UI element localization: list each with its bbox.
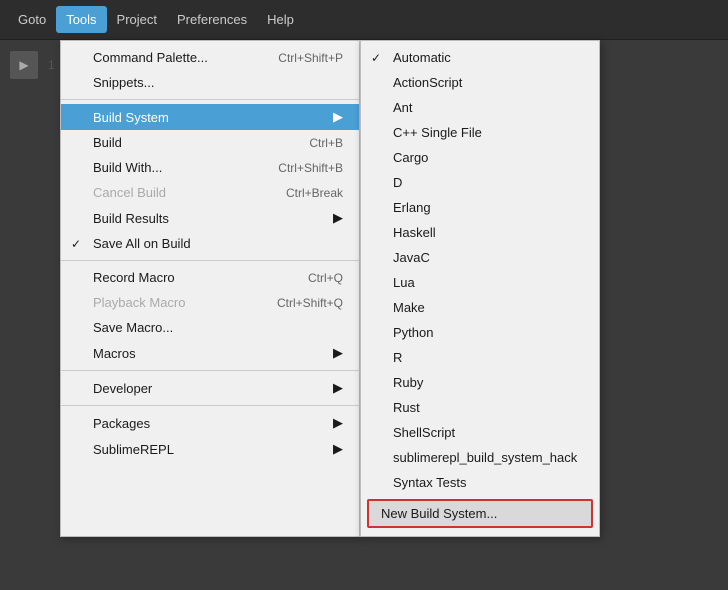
submenu-arrow-icon: ▶ bbox=[323, 380, 343, 396]
item-label: Developer bbox=[93, 381, 152, 396]
menu-tools[interactable]: Tools bbox=[56, 6, 106, 33]
build-system-menu: ✓ Automatic ActionScript Ant C++ Single … bbox=[360, 40, 600, 537]
item-label: Snippets... bbox=[93, 75, 154, 90]
item-label: Build bbox=[93, 135, 122, 150]
item-label: Packages bbox=[93, 416, 150, 431]
menu-item-sublimerepl[interactable]: SublimeREPL ▶ bbox=[61, 436, 359, 462]
menu-item-save-all-on-build[interactable]: ✓ Save All on Build bbox=[61, 231, 359, 256]
build-item-syntax-tests[interactable]: Syntax Tests bbox=[361, 470, 599, 495]
menu-item-command-palette[interactable]: Command Palette... Ctrl+Shift+P bbox=[61, 45, 359, 70]
build-item-sublimerepl-hack[interactable]: sublimerepl_build_system_hack bbox=[361, 445, 599, 470]
item-label: JavaC bbox=[393, 250, 430, 265]
build-item-cpp-single-file[interactable]: C++ Single File bbox=[361, 120, 599, 145]
build-item-lua[interactable]: Lua bbox=[361, 270, 599, 295]
item-label: New Build System... bbox=[381, 506, 497, 521]
menubar: Goto Tools Project Preferences Help bbox=[0, 0, 728, 40]
item-label: Command Palette... bbox=[93, 50, 208, 65]
item-label: Cancel Build bbox=[93, 185, 166, 200]
item-label: D bbox=[393, 175, 402, 190]
build-item-actionscript[interactable]: ActionScript bbox=[361, 70, 599, 95]
build-item-shellscript[interactable]: ShellScript bbox=[361, 420, 599, 445]
item-label: Erlang bbox=[393, 200, 431, 215]
tools-menu: Command Palette... Ctrl+Shift+P Snippets… bbox=[60, 40, 360, 537]
menu-goto[interactable]: Goto bbox=[8, 6, 56, 33]
item-label: Ant bbox=[393, 100, 413, 115]
item-label: sublimerepl_build_system_hack bbox=[393, 450, 577, 465]
build-item-erlang[interactable]: Erlang bbox=[361, 195, 599, 220]
item-label: R bbox=[393, 350, 402, 365]
item-shortcut: Ctrl+B bbox=[279, 136, 343, 150]
menu-item-packages[interactable]: Packages ▶ bbox=[61, 410, 359, 436]
item-label: ActionScript bbox=[393, 75, 462, 90]
build-item-ruby[interactable]: Ruby bbox=[361, 370, 599, 395]
menu-item-record-macro[interactable]: Record Macro Ctrl+Q bbox=[61, 265, 359, 290]
item-label: Build Results bbox=[93, 211, 169, 226]
build-item-make[interactable]: Make bbox=[361, 295, 599, 320]
menu-project[interactable]: Project bbox=[107, 6, 167, 33]
separator-3 bbox=[61, 370, 359, 371]
item-label: Make bbox=[393, 300, 425, 315]
item-label: Automatic bbox=[393, 50, 451, 65]
item-label: ShellScript bbox=[393, 425, 455, 440]
menu-help[interactable]: Help bbox=[257, 6, 304, 33]
menu-item-playback-macro: Playback Macro Ctrl+Shift+Q bbox=[61, 290, 359, 315]
menu-item-save-macro[interactable]: Save Macro... bbox=[61, 315, 359, 340]
build-item-r[interactable]: R bbox=[361, 345, 599, 370]
item-label: Playback Macro bbox=[93, 295, 185, 310]
item-label: SublimeREPL bbox=[93, 442, 174, 457]
submenu-arrow-icon: ▶ bbox=[323, 345, 343, 361]
build-item-haskell[interactable]: Haskell bbox=[361, 220, 599, 245]
item-label: Build With... bbox=[93, 160, 162, 175]
build-item-python[interactable]: Python bbox=[361, 320, 599, 345]
item-label: Record Macro bbox=[93, 270, 175, 285]
play-button[interactable]: ▶ bbox=[10, 51, 38, 79]
menu-item-build-results[interactable]: Build Results ▶ bbox=[61, 205, 359, 231]
separator-2 bbox=[61, 260, 359, 261]
menu-item-build[interactable]: Build Ctrl+B bbox=[61, 130, 359, 155]
checkmark-icon: ✓ bbox=[371, 51, 381, 65]
item-shortcut: Ctrl+Shift+Q bbox=[247, 296, 343, 310]
separator-4 bbox=[61, 405, 359, 406]
checkmark-icon: ✓ bbox=[71, 237, 81, 251]
menu-item-build-with[interactable]: Build With... Ctrl+Shift+B bbox=[61, 155, 359, 180]
item-label: Haskell bbox=[393, 225, 436, 240]
dropdown-container: Command Palette... Ctrl+Shift+P Snippets… bbox=[60, 40, 600, 537]
item-label: C++ Single File bbox=[393, 125, 482, 140]
item-label: Lua bbox=[393, 275, 415, 290]
menu-item-macros[interactable]: Macros ▶ bbox=[61, 340, 359, 366]
item-label: Ruby bbox=[393, 375, 423, 390]
item-label: Macros bbox=[93, 346, 136, 361]
separator-1 bbox=[61, 99, 359, 100]
submenu-arrow-icon: ▶ bbox=[323, 109, 343, 125]
item-label: Python bbox=[393, 325, 433, 340]
menu-item-build-system[interactable]: Build System ▶ bbox=[61, 104, 359, 130]
item-shortcut: Ctrl+Shift+P bbox=[248, 51, 343, 65]
menu-item-cancel-build: Cancel Build Ctrl+Break bbox=[61, 180, 359, 205]
build-item-new-build-system[interactable]: New Build System... bbox=[367, 499, 593, 528]
item-label: Build System bbox=[93, 110, 169, 125]
item-label: Save Macro... bbox=[93, 320, 173, 335]
menu-item-developer[interactable]: Developer ▶ bbox=[61, 375, 359, 401]
build-item-cargo[interactable]: Cargo bbox=[361, 145, 599, 170]
build-item-javac[interactable]: JavaC bbox=[361, 245, 599, 270]
menu-preferences[interactable]: Preferences bbox=[167, 6, 257, 33]
item-label: Syntax Tests bbox=[393, 475, 466, 490]
item-shortcut: Ctrl+Break bbox=[256, 186, 343, 200]
build-item-d[interactable]: D bbox=[361, 170, 599, 195]
build-item-automatic[interactable]: ✓ Automatic bbox=[361, 45, 599, 70]
item-shortcut: Ctrl+Q bbox=[278, 271, 343, 285]
line-number: 1 bbox=[48, 58, 55, 72]
build-item-ant[interactable]: Ant bbox=[361, 95, 599, 120]
play-icon: ▶ bbox=[19, 58, 28, 72]
menu-item-snippets[interactable]: Snippets... bbox=[61, 70, 359, 95]
submenu-arrow-icon: ▶ bbox=[323, 441, 343, 457]
build-item-rust[interactable]: Rust bbox=[361, 395, 599, 420]
submenu-arrow-icon: ▶ bbox=[323, 210, 343, 226]
item-label: Rust bbox=[393, 400, 420, 415]
item-label: Cargo bbox=[393, 150, 428, 165]
submenu-arrow-icon: ▶ bbox=[323, 415, 343, 431]
item-shortcut: Ctrl+Shift+B bbox=[248, 161, 343, 175]
item-label: Save All on Build bbox=[93, 236, 191, 251]
